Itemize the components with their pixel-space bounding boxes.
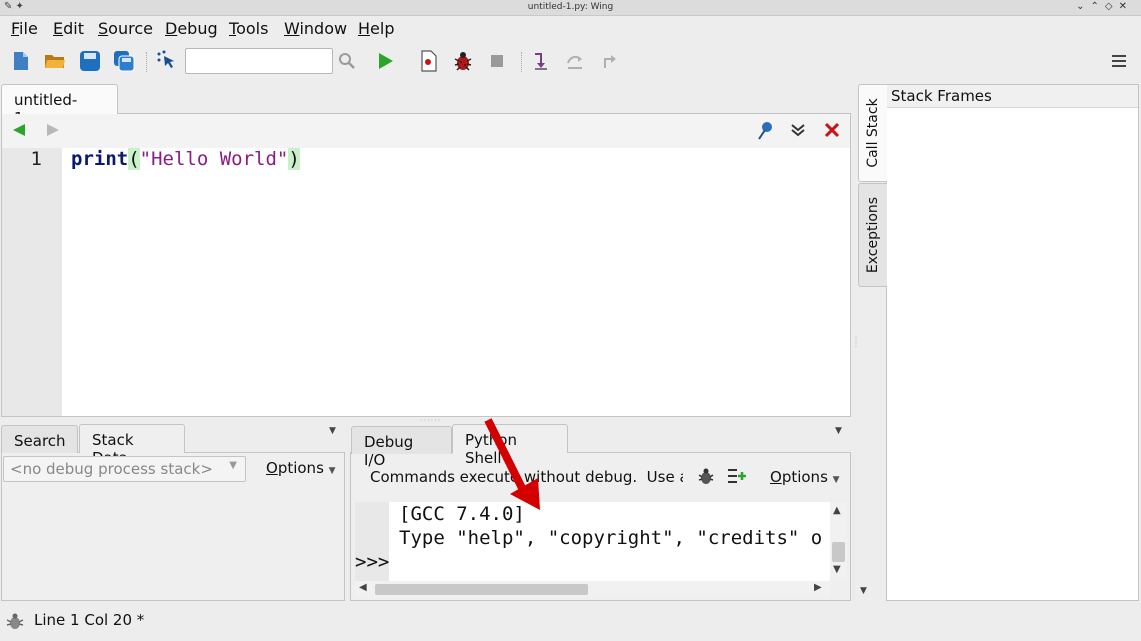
- tab-search[interactable]: Search: [1, 425, 78, 453]
- status-text: Line 1 Col 20 *: [34, 611, 145, 629]
- menu-help[interactable]: Help: [358, 19, 394, 38]
- menu-label-rest: indow: [299, 19, 348, 38]
- editor-tab[interactable]: untitled-1.py: [1, 84, 118, 127]
- menu-label-rest: ebug: [177, 19, 218, 38]
- new-file-icon[interactable]: [10, 50, 32, 72]
- pin-icon[interactable]: [756, 121, 774, 145]
- window-title: untitled-1.py: Wing: [527, 2, 614, 12]
- back-arrow-icon[interactable]: [12, 123, 26, 141]
- chevron-down-icon[interactable]: [790, 123, 806, 141]
- shell-horizontal-scrollbar[interactable]: ◀ ▶: [355, 581, 830, 597]
- code-close-paren: ): [288, 148, 300, 170]
- scroll-down-chevron-icon[interactable]: ▼: [860, 586, 867, 596]
- editor-nav-bar: [2, 114, 850, 148]
- tab-exceptions[interactable]: Exceptions: [858, 183, 887, 287]
- step-over-icon[interactable]: [564, 50, 586, 72]
- debug-breakpoint-file-icon[interactable]: [418, 50, 440, 72]
- select-cursor-icon[interactable]: [156, 50, 178, 72]
- close-icon[interactable]: [824, 122, 840, 142]
- menu-label-rest: ools: [236, 19, 269, 38]
- tab-stack-data[interactable]: Stack Data: [79, 424, 185, 467]
- stack-select-value: <no debug process stack>: [10, 460, 213, 478]
- shell-prompt[interactable]: >>>: [355, 551, 389, 573]
- menu-source[interactable]: Source: [98, 19, 153, 38]
- toolbar-separator: [146, 52, 147, 72]
- shell-options-button[interactable]: Options ▼: [770, 468, 840, 486]
- stack-frames-header: Stack Frames: [887, 85, 1138, 108]
- code-line[interactable]: print("Hello World"): [71, 148, 300, 170]
- tab-debug-io[interactable]: Debug I/O: [351, 426, 452, 469]
- toolbar-search-input[interactable]: [185, 48, 333, 74]
- panel-menu-chevron-icon[interactable]: ▼: [329, 426, 336, 436]
- stop-icon[interactable]: [486, 50, 508, 72]
- stack-select[interactable]: <no debug process stack> ▼: [3, 456, 246, 482]
- tab-call-stack[interactable]: Call Stack: [858, 84, 887, 182]
- menu-edit[interactable]: Edit: [53, 19, 84, 38]
- tab-call-stack-label: Call Stack: [865, 98, 881, 168]
- status-bar: [0, 601, 1141, 641]
- splitter-handle[interactable]: ······: [420, 416, 441, 425]
- step-out-icon[interactable]: [598, 50, 620, 72]
- search-icon[interactable]: [336, 50, 358, 72]
- menu-label-rest: dit: [63, 19, 84, 38]
- debug-shell-bug-icon[interactable]: [697, 467, 715, 489]
- vertical-splitter-handle[interactable]: ·····: [851, 335, 860, 348]
- save-all-icon[interactable]: [113, 50, 135, 72]
- panel-menu-chevron-icon[interactable]: ▼: [835, 426, 842, 436]
- run-icon[interactable]: [374, 50, 396, 72]
- shell-vertical-scrollbar[interactable]: ▲ ▼: [830, 502, 847, 581]
- line-number: 1: [30, 148, 42, 170]
- menu-debug[interactable]: Debug: [165, 19, 218, 38]
- code-string: "Hello World": [139, 148, 289, 170]
- status-bug-icon[interactable]: [5, 611, 25, 635]
- line-number-gutter: [2, 148, 62, 416]
- window-controls[interactable]: ⌄⌃◇✕: [1076, 1, 1133, 12]
- menu-bar: File Edit Source Debug Tools Window Help: [0, 16, 1141, 42]
- menu-window[interactable]: Window: [284, 19, 347, 38]
- debug-bug-icon[interactable]: [452, 50, 474, 72]
- forward-arrow-icon[interactable]: [46, 123, 60, 141]
- save-icon[interactable]: [79, 50, 101, 72]
- red-arrow-annotation: [480, 414, 560, 523]
- menu-tools[interactable]: Tools: [229, 19, 268, 38]
- shell-list-add-icon[interactable]: [727, 467, 747, 489]
- open-folder-icon[interactable]: [44, 50, 66, 72]
- menu-label-rest: ource: [108, 19, 153, 38]
- stack-frames-panel: [886, 84, 1139, 601]
- options-label-rest: ptions: [277, 459, 324, 477]
- code-keyword: print: [71, 148, 129, 170]
- toolbar: [0, 42, 1141, 80]
- menu-label-rest: elp: [370, 19, 395, 38]
- dropdown-arrow-icon: ▼: [229, 460, 237, 471]
- menu-file[interactable]: File: [11, 19, 38, 38]
- stack-options-button[interactable]: Options ▼: [266, 459, 336, 477]
- options-underlined-letter: O: [266, 459, 278, 477]
- window-titlebar: ✎ ✦ untitled-1.py: Wing ⌄⌃◇✕: [0, 0, 1141, 16]
- tab-exceptions-label: Exceptions: [865, 196, 881, 274]
- menu-label-rest: ile: [19, 19, 38, 38]
- step-into-icon[interactable]: [530, 50, 552, 72]
- shell-line: Type "help", "copyright", "credits" o: [399, 527, 823, 549]
- toolbar-separator: [521, 52, 522, 72]
- menu-icon[interactable]: [1108, 50, 1130, 72]
- code-open-paren: (: [128, 148, 140, 170]
